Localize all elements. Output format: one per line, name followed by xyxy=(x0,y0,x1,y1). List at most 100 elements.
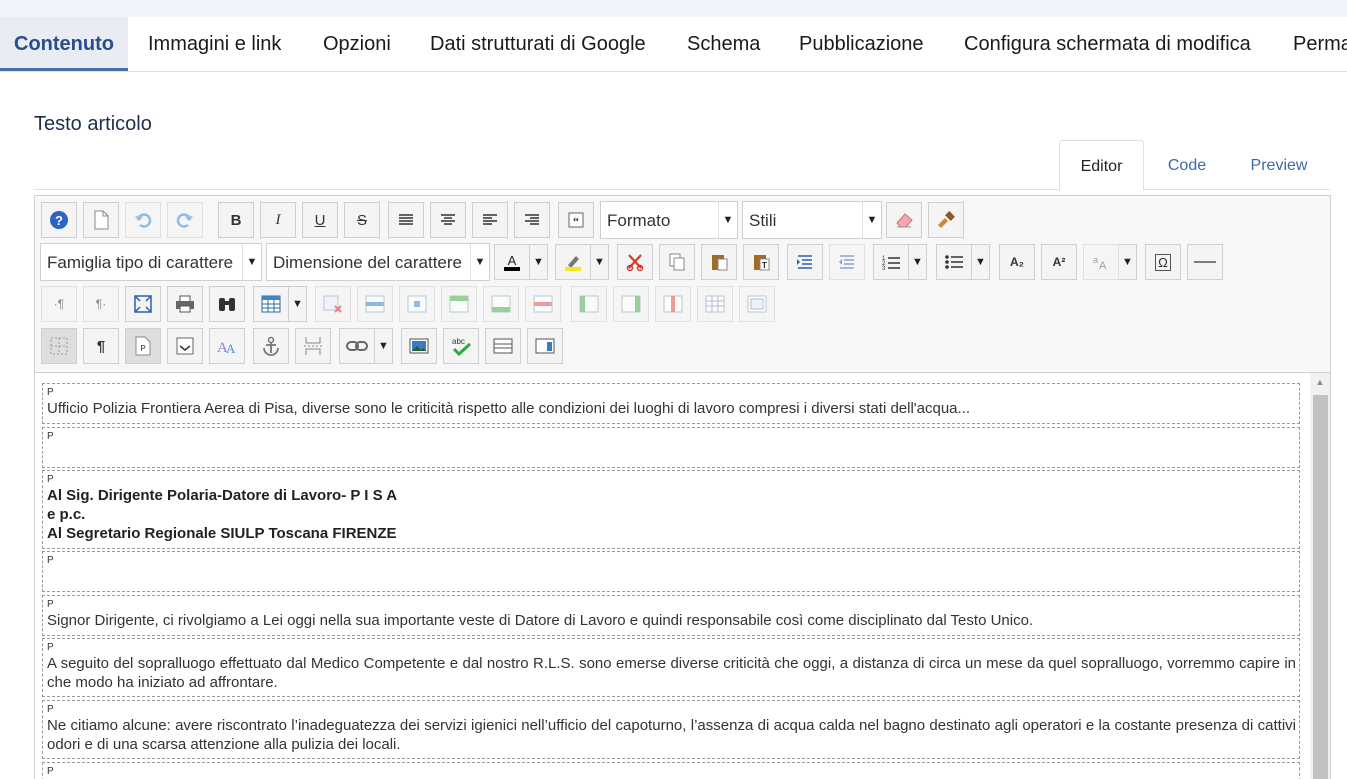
anchor-icon[interactable] xyxy=(253,328,289,364)
iframe-icon[interactable] xyxy=(485,328,521,364)
align-right-icon[interactable] xyxy=(514,202,550,238)
copy-icon[interactable] xyxy=(659,244,695,280)
undo-icon[interactable] xyxy=(125,202,161,238)
styles-select[interactable]: Stili ▼ xyxy=(742,201,882,239)
template-icon[interactable] xyxy=(167,328,203,364)
link-dropdown[interactable]: ▼ xyxy=(375,328,393,364)
delete-column-icon[interactable] xyxy=(655,286,691,322)
bulleted-list-dropdown[interactable]: ▼ xyxy=(972,244,990,280)
tab-preview[interactable]: Preview xyxy=(1234,140,1324,189)
help-icon[interactable]: ? xyxy=(41,202,77,238)
paragraph-block[interactable]: P xyxy=(42,762,1300,779)
table-icon[interactable] xyxy=(253,286,289,322)
blockquote-icon[interactable]: “ xyxy=(558,202,594,238)
cut-icon[interactable] xyxy=(617,244,653,280)
omega-icon: Ω xyxy=(1155,253,1171,271)
image-icon[interactable] xyxy=(401,328,437,364)
tab-pubblicazione[interactable]: Pubblicazione xyxy=(799,17,924,70)
insert-column-after-icon[interactable] xyxy=(613,286,649,322)
tab-configura-schermata[interactable]: Configura schermata di modifica xyxy=(964,17,1251,70)
text-color-dropdown[interactable]: ▼ xyxy=(530,244,548,280)
italic-button[interactable]: I xyxy=(260,202,296,238)
special-character-button[interactable]: Ω xyxy=(1145,244,1181,280)
format-painter-icon[interactable] xyxy=(928,202,964,238)
editor-content-area[interactable]: P Ufficio Polizia Frontiera Aerea di Pis… xyxy=(35,372,1310,779)
print-icon[interactable] xyxy=(167,286,203,322)
subscript-button[interactable]: A₂ xyxy=(999,244,1035,280)
tab-opzioni[interactable]: Opzioni xyxy=(323,17,391,70)
delete-table-icon[interactable] xyxy=(315,286,351,322)
svg-text:a: a xyxy=(1093,255,1098,265)
outdent-icon[interactable] xyxy=(829,244,865,280)
tab-immagini-e-link[interactable]: Immagini e link xyxy=(148,17,281,70)
numbered-list-dropdown[interactable]: ▼ xyxy=(909,244,927,280)
underline-button[interactable]: U xyxy=(302,202,338,238)
ltr-paragraph-icon[interactable]: ·¶ xyxy=(41,286,77,322)
svg-text:A: A xyxy=(1099,260,1107,271)
merge-cells-icon[interactable] xyxy=(739,286,775,322)
split-cells-icon[interactable] xyxy=(697,286,733,322)
superscript-button[interactable]: A² xyxy=(1041,244,1077,280)
table-cell-props-icon[interactable] xyxy=(399,286,435,322)
highlight-color-icon[interactable] xyxy=(555,244,591,280)
widget-icon[interactable] xyxy=(527,328,563,364)
change-case-icon[interactable]: aA xyxy=(1083,244,1119,280)
paragraph-text: A seguito del sopralluogo effettuato dal… xyxy=(47,655,1296,691)
font-family-select[interactable]: Famiglia tipo di carattere ▼ xyxy=(40,243,262,281)
insert-row-after-icon[interactable] xyxy=(483,286,519,322)
spellcheck-icon[interactable]: abc xyxy=(443,328,479,364)
table-row-props-icon[interactable] xyxy=(357,286,393,322)
paragraph-block[interactable]: P A seguito del sopralluogo effettuato d… xyxy=(42,638,1300,697)
fullscreen-icon[interactable] xyxy=(125,286,161,322)
tab-contenuto[interactable]: Contenuto xyxy=(0,17,128,71)
font-style-icon[interactable]: AA xyxy=(209,328,245,364)
delete-row-icon[interactable] xyxy=(525,286,561,322)
new-document-icon[interactable] xyxy=(83,202,119,238)
paragraph-block[interactable]: P Al Sig. Dirigente Polaria-Datore di La… xyxy=(42,470,1300,549)
insert-column-before-icon[interactable] xyxy=(571,286,607,322)
paragraph-block[interactable]: P Ne citiamo alcune: avere riscontrato l… xyxy=(42,700,1300,759)
horizontal-rule-icon[interactable] xyxy=(1187,244,1223,280)
paragraph-text: Ufficio Polizia Frontiera Aerea di Pisa,… xyxy=(47,400,971,417)
find-icon[interactable] xyxy=(209,286,245,322)
page-break-icon[interactable] xyxy=(295,328,331,364)
paragraph-tag: P xyxy=(47,431,54,442)
paste-icon[interactable] xyxy=(701,244,737,280)
align-justify-icon[interactable] xyxy=(388,202,424,238)
table-dropdown[interactable]: ▼ xyxy=(289,286,307,322)
paste-text-icon[interactable]: T xyxy=(743,244,779,280)
bulleted-list-icon[interactable] xyxy=(936,244,972,280)
show-blocks-icon[interactable]: P xyxy=(125,328,161,364)
bold-button[interactable]: B xyxy=(218,202,254,238)
indent-icon[interactable] xyxy=(787,244,823,280)
svg-text:A: A xyxy=(226,341,236,355)
redo-icon[interactable] xyxy=(167,202,203,238)
paragraph-block-empty[interactable]: P xyxy=(42,551,1300,592)
tab-editor[interactable]: Editor xyxy=(1059,140,1144,191)
tab-schema[interactable]: Schema xyxy=(687,17,760,70)
align-center-icon[interactable] xyxy=(430,202,466,238)
text-color-icon[interactable]: A xyxy=(494,244,530,280)
paragraph-block-empty[interactable]: P xyxy=(42,427,1300,468)
strikethrough-button[interactable]: S xyxy=(344,202,380,238)
editor-scrollbar[interactable]: ▲ xyxy=(1310,372,1330,779)
highlight-color-dropdown[interactable]: ▼ xyxy=(591,244,609,280)
insert-row-before-icon[interactable] xyxy=(441,286,477,322)
align-left-icon[interactable] xyxy=(472,202,508,238)
rtl-paragraph-icon[interactable]: ¶· xyxy=(83,286,119,322)
numbered-list-icon[interactable]: 123 xyxy=(873,244,909,280)
link-icon[interactable] xyxy=(339,328,375,364)
tab-code[interactable]: Code xyxy=(1147,140,1227,189)
scrollbar-thumb[interactable] xyxy=(1313,395,1328,779)
change-case-dropdown[interactable]: ▼ xyxy=(1119,244,1137,280)
font-size-select[interactable]: Dimensione del carattere ▼ xyxy=(266,243,490,281)
tab-permalink[interactable]: Perma xyxy=(1293,17,1347,70)
eraser-icon[interactable] xyxy=(886,202,922,238)
tab-dati-strutturati[interactable]: Dati strutturati di Google xyxy=(430,17,646,70)
pilcrow-button[interactable]: ¶ xyxy=(83,328,119,364)
format-select[interactable]: Formato ▼ xyxy=(600,201,738,239)
show-blocks-grid-icon[interactable] xyxy=(41,328,77,364)
scroll-up-icon[interactable]: ▲ xyxy=(1310,377,1330,387)
paragraph-block[interactable]: P Signor Dirigente, ci rivolgiamo a Lei … xyxy=(42,595,1300,636)
paragraph-block[interactable]: P Ufficio Polizia Frontiera Aerea di Pis… xyxy=(42,383,1300,424)
